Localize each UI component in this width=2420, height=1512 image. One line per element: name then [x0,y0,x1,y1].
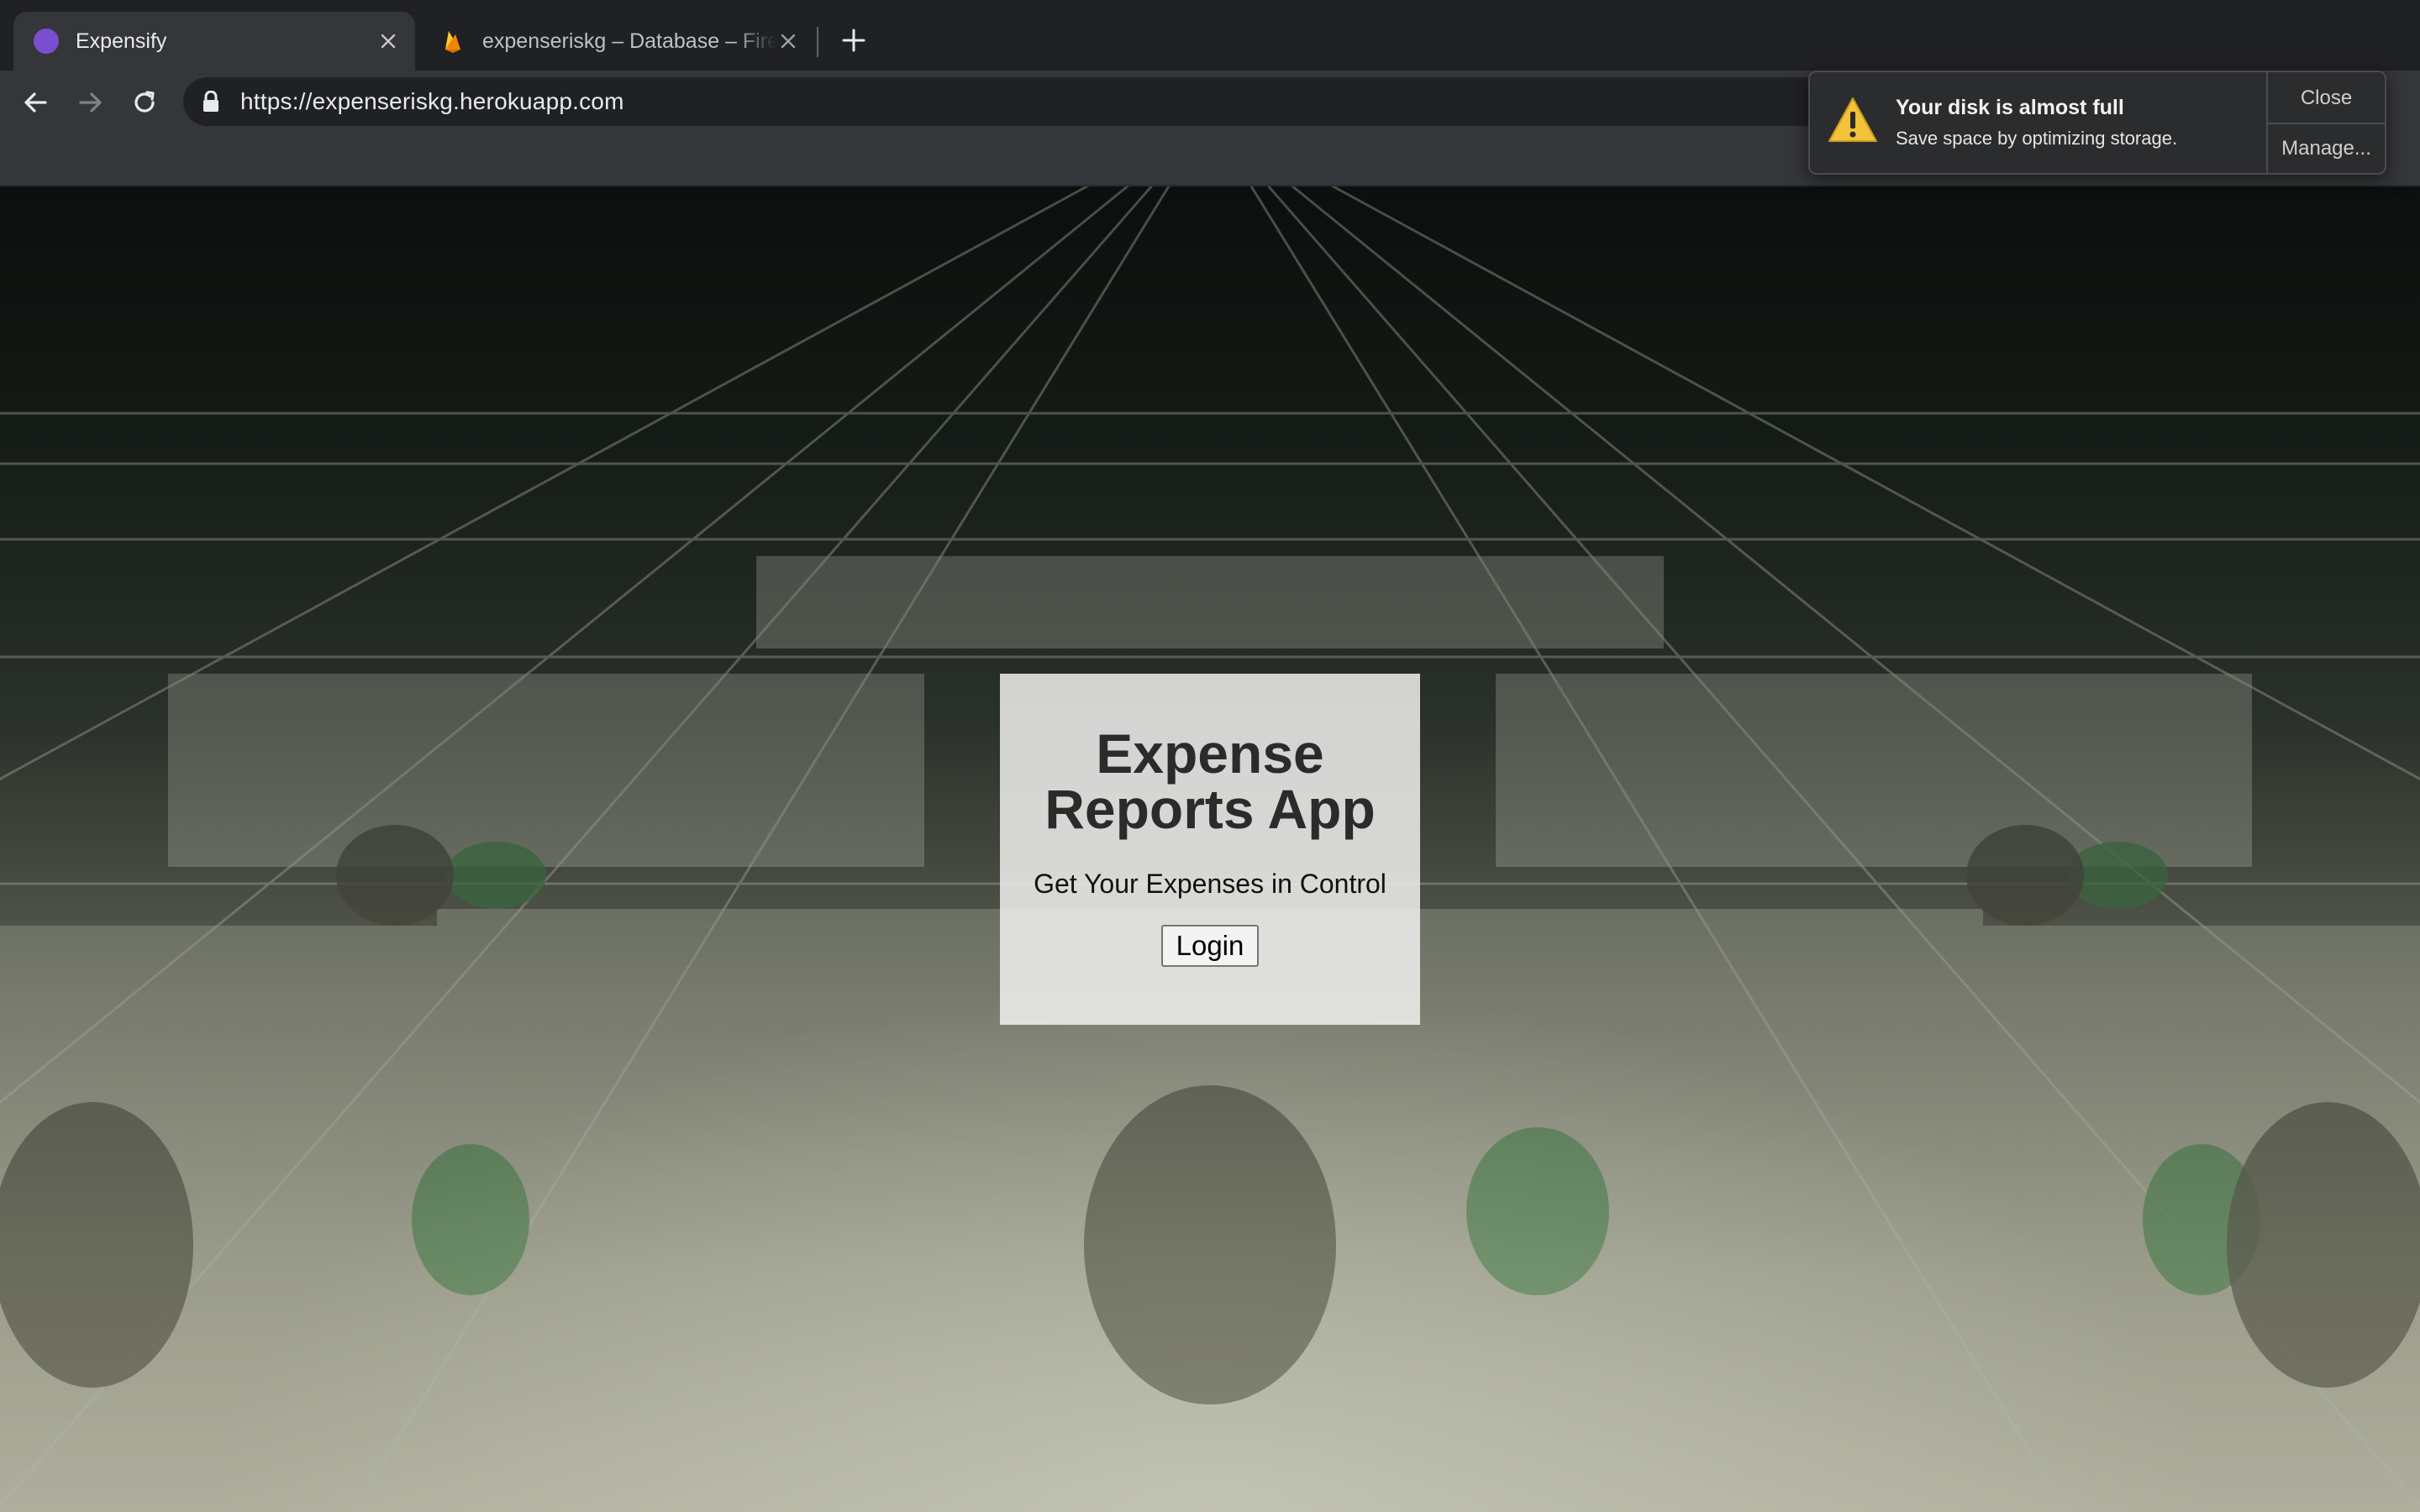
disk-full-notification: Your disk is almost full Save space by o… [1808,71,2386,175]
tab-title: expenseriskg – Database – Firebase conso… [482,29,776,53]
plus-icon [842,29,865,52]
login-button[interactable]: Login [1160,925,1260,967]
warning-triangle-icon [1828,97,1877,142]
lock-icon [203,91,218,112]
back-arrow-icon [24,92,47,113]
new-tab-button[interactable] [837,24,871,57]
tab-expensify[interactable]: Expensify [13,12,415,71]
notification-body: Save space by optimizing storage. [1896,128,2178,149]
forward-arrow-icon [79,92,102,113]
reload-icon [134,91,155,113]
tab-title: Expensify [76,29,167,53]
tab-firebase[interactable]: expenseriskg – Database – Firebase conso… [420,12,815,71]
expensify-favicon-icon [34,29,59,54]
forward-button[interactable] [74,86,108,119]
back-button[interactable] [18,86,52,119]
notification-manage-button[interactable]: Manage... [2268,124,2385,173]
notification-close-button[interactable]: Close [2268,74,2385,123]
url-text: https://expenseriskg.herokuapp.com [240,88,624,114]
close-tab-icon[interactable] [376,29,400,53]
login-card: Expense Reports App Get Your Expenses in… [1000,674,1420,1025]
firebase-flame-icon [440,29,466,54]
reload-button[interactable] [128,86,161,119]
tab-strip: Expensify expenseriskg – Database – Fire… [0,0,2420,71]
close-tab-icon[interactable] [776,29,800,53]
page-background-image: Expense Reports App Get Your Expenses in… [0,186,2420,1512]
notification-title: Your disk is almost full [1896,96,2124,119]
tab-separator [817,27,818,57]
page-title: Expense Reports App [1044,722,1376,840]
page-subtitle: Get Your Expenses in Control [1034,869,1386,899]
